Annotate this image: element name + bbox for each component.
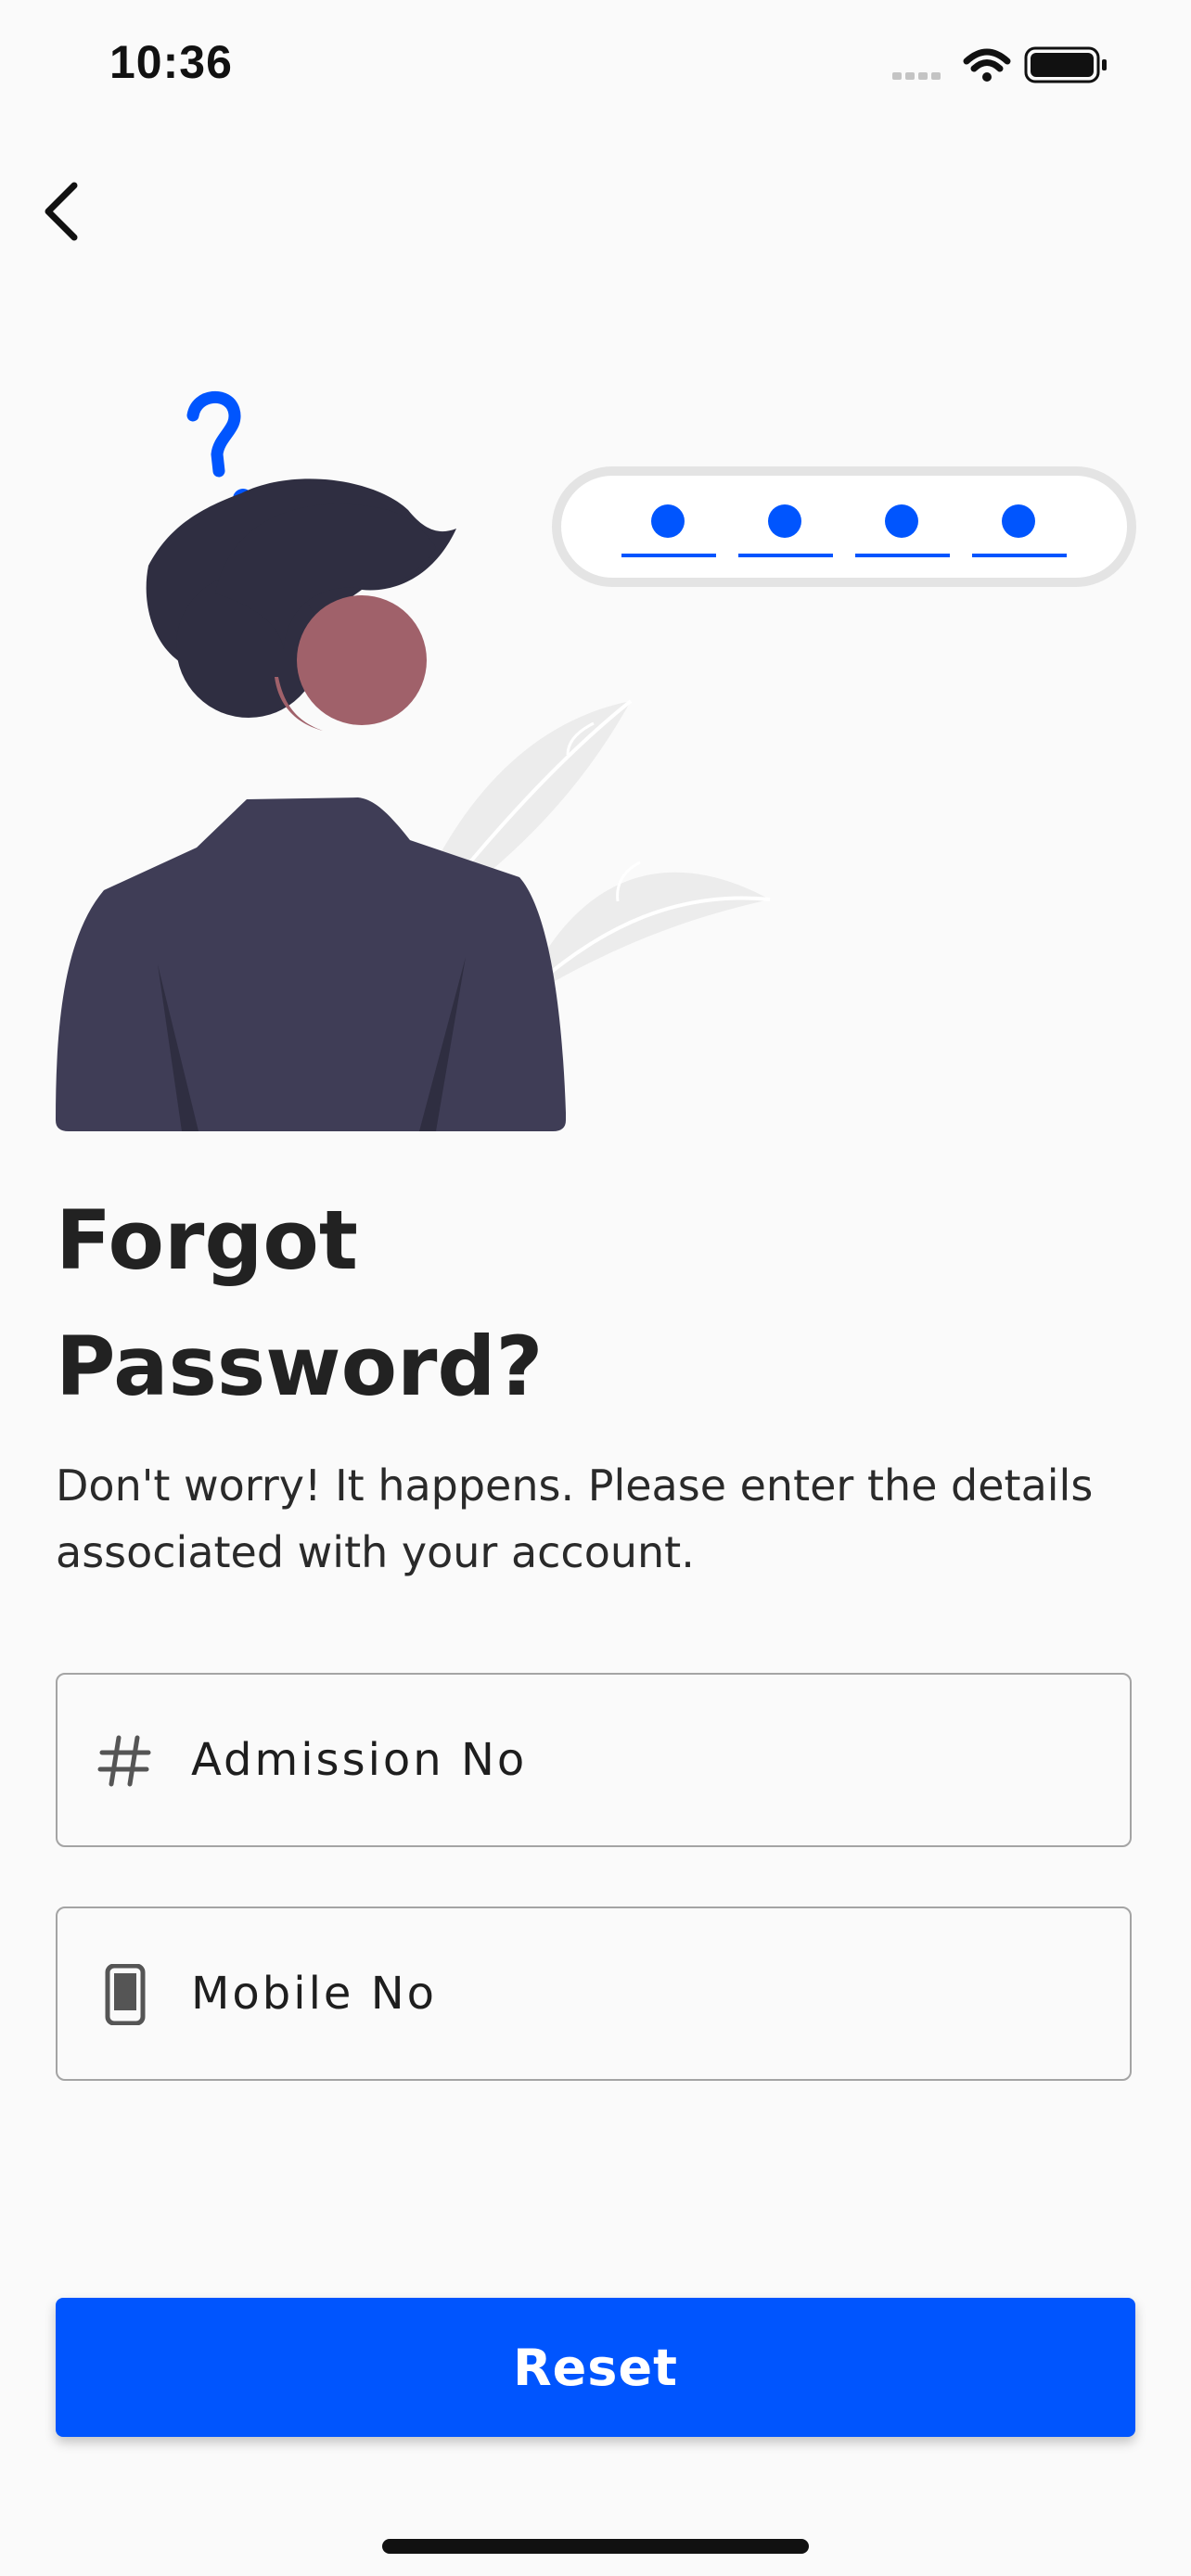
- admission-no-field[interactable]: [56, 1673, 1132, 1847]
- page-title-line-2: Password?: [56, 1319, 544, 1414]
- chevron-left-icon: [45, 182, 78, 241]
- forgot-password-screen: 10:36 Forgot Password? Don't worry! It h…: [0, 0, 1191, 2576]
- page-title-line-1: Forgot: [56, 1192, 358, 1288]
- admission-no-input[interactable]: [191, 1712, 1082, 1808]
- page-description: Don't worry! It happens. Please enter th…: [56, 1460, 1094, 1577]
- status-time: 10:36: [109, 36, 233, 88]
- smartphone-icon: [105, 1964, 146, 2025]
- mobile-no-input[interactable]: [191, 1945, 1082, 2042]
- page-title: Forgot Password?: [56, 1178, 1076, 1430]
- forgot-password-illustration: [56, 390, 1136, 1131]
- home-indicator[interactable]: [382, 2539, 809, 2554]
- code-bubble: [552, 466, 1136, 587]
- status-icons: [892, 46, 1107, 83]
- hash-icon: [97, 1735, 151, 1787]
- mobile-no-field[interactable]: [56, 1906, 1132, 2081]
- signal-dots-icon: [892, 72, 941, 80]
- back-button[interactable]: [35, 169, 100, 252]
- wifi-icon: [963, 48, 1011, 82]
- reset-button[interactable]: Reset: [56, 2298, 1135, 2437]
- battery-icon: [1024, 46, 1107, 83]
